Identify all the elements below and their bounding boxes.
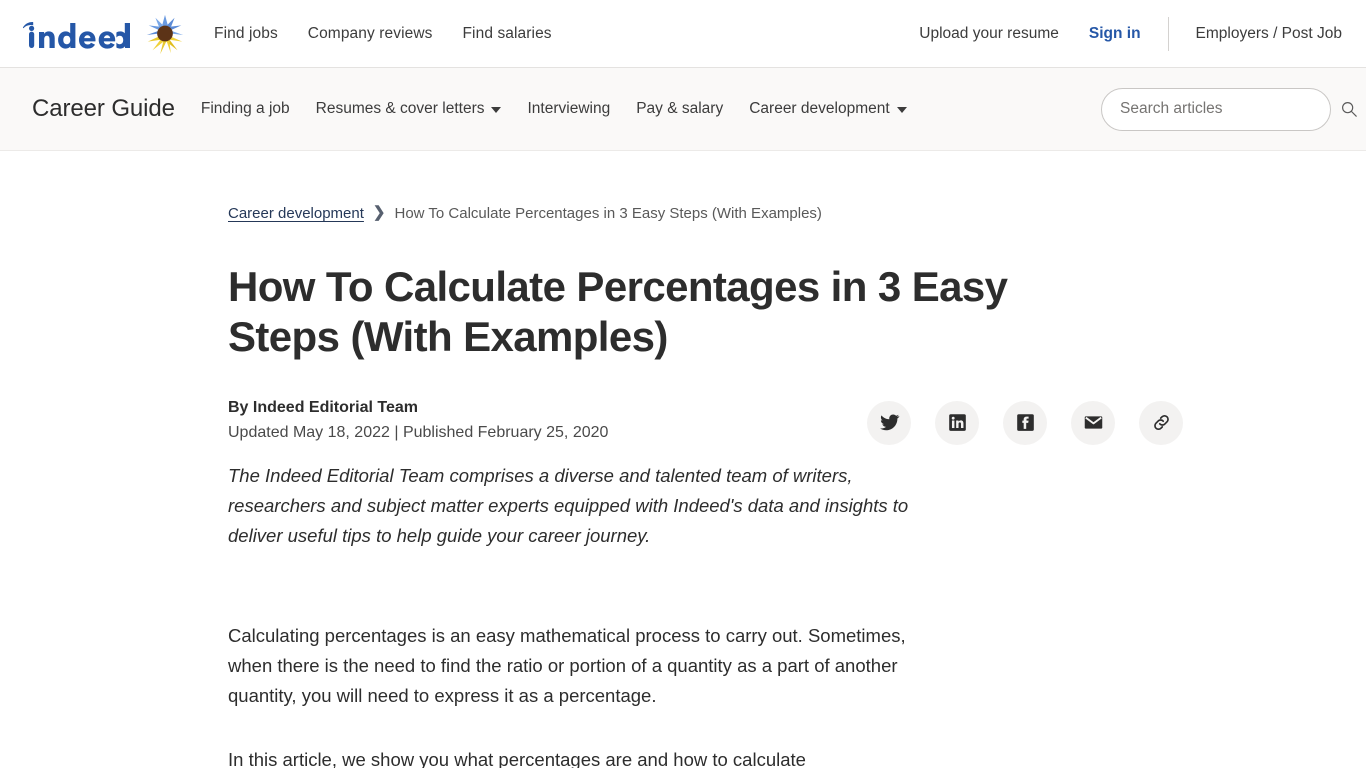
indeed-wordmark-icon (22, 21, 130, 49)
editorial-team-note: The Indeed Editorial Team comprises a di… (228, 464, 909, 547)
header-account-area: Upload your resume Sign in Employers / P… (919, 16, 1342, 51)
share-twitter-button[interactable] (867, 400, 912, 445)
primary-nav: Find jobs Company reviews Find salaries (214, 25, 552, 43)
email-icon (1084, 416, 1103, 429)
chevron-down-icon (491, 107, 502, 113)
guide-nav-label: Finding a job (200, 100, 290, 117)
share-facebook-button[interactable] (1003, 400, 1048, 445)
top-header: Find jobs Company reviews Find salaries … (0, 0, 1366, 68)
sunflower-icon (146, 14, 184, 54)
nav-company-reviews[interactable]: Company reviews (308, 25, 433, 43)
article-paragraph-1: Calculating percentages is an easy mathe… (228, 625, 906, 707)
search-input[interactable] (1101, 87, 1331, 131)
article-main: Career development ❯ How To Calculate Pe… (0, 205, 1366, 768)
guide-nav-label: Pay & salary (636, 100, 724, 117)
guide-nav-label: Interviewing (527, 100, 611, 117)
dateline: Updated May 18, 2022 | Published Februar… (228, 423, 609, 441)
search-area (1101, 87, 1366, 131)
career-guide-nav: Finding a job Resumes & cover letters In… (201, 100, 907, 118)
career-guide-bar: Career Guide Finding a job Resumes & cov… (0, 68, 1366, 151)
breadcrumb: Career development ❯ How To Calculate Pe… (228, 205, 1366, 222)
share-email-button[interactable] (1071, 400, 1116, 445)
guide-nav-label: Career development (749, 100, 890, 117)
author-block: By Indeed Editorial Team Updated May 18,… (228, 399, 608, 442)
link-icon (1154, 415, 1169, 431)
article-paragraph-2: In this article, we show you what percen… (228, 749, 806, 768)
nav-find-jobs[interactable]: Find jobs (214, 25, 278, 43)
article-meta-row: By Indeed Editorial Team Updated May 18,… (228, 399, 1366, 445)
career-guide-home-link[interactable]: Career Guide (32, 95, 175, 123)
chevron-right-icon: ❯ (372, 204, 386, 221)
share-copy-link-button[interactable] (1139, 400, 1184, 445)
sign-in-link[interactable]: Sign in (1089, 25, 1168, 43)
guide-nav-resumes-cover-letters[interactable]: Resumes & cover letters (316, 100, 502, 118)
upload-resume-link[interactable]: Upload your resume (919, 25, 1089, 43)
page-title: How To Calculate Percentages in 3 Easy S… (228, 263, 1008, 361)
guide-nav-finding-a-job[interactable]: Finding a job (201, 100, 290, 118)
share-buttons (867, 400, 1184, 445)
guide-nav-label: Resumes & cover letters (315, 100, 485, 117)
breadcrumb-current: How To Calculate Percentages in 3 Easy S… (394, 205, 822, 222)
search-icon[interactable] (1340, 100, 1358, 118)
facebook-icon (1017, 414, 1034, 432)
chevron-down-icon (896, 107, 907, 113)
byline: By Indeed Editorial Team (228, 398, 418, 416)
indeed-logo-link[interactable] (22, 11, 188, 57)
share-linkedin-button[interactable] (935, 400, 980, 445)
employers-post-job-link[interactable]: Employers / Post Job (1196, 25, 1342, 43)
guide-nav-pay-salary[interactable]: Pay & salary (636, 100, 723, 118)
breadcrumb-parent-link[interactable]: Career development (228, 205, 364, 222)
header-divider (1167, 16, 1169, 51)
linkedin-icon (949, 414, 966, 432)
nav-find-salaries[interactable]: Find salaries (462, 25, 551, 43)
guide-nav-career-development[interactable]: Career development (749, 100, 907, 118)
guide-nav-interviewing[interactable]: Interviewing (527, 100, 610, 118)
twitter-icon (880, 414, 900, 431)
